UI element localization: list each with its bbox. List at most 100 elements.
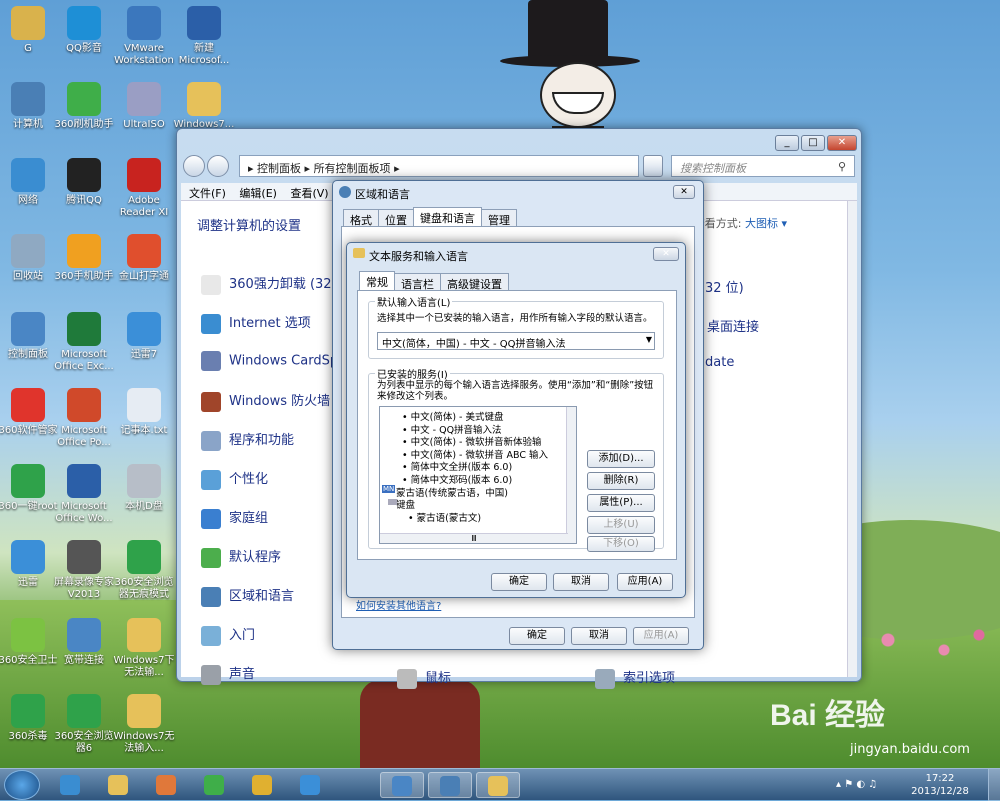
desktop-icon[interactable]: 360手机助手 <box>52 234 116 283</box>
close-button[interactable]: ✕ <box>673 185 695 199</box>
menu-file[interactable]: 文件(F) <box>189 187 226 200</box>
taskbar-region[interactable] <box>428 772 472 798</box>
ok-button[interactable]: 确定 <box>491 573 547 591</box>
add-button[interactable]: 添加(D)... <box>587 450 655 468</box>
cp-item-mouse[interactable]: 鼠标 <box>397 667 517 691</box>
remove-button[interactable]: 删除(R) <box>587 472 655 490</box>
taskbar-thunder[interactable] <box>288 772 332 798</box>
breadcrumb-control-panel[interactable]: 控制面板 <box>257 162 301 175</box>
cancel-button[interactable]: 取消 <box>553 573 609 591</box>
desktop-icon[interactable]: Windows7... <box>172 82 236 131</box>
desktop-icon[interactable]: 网络 <box>0 158 60 207</box>
taskbar-chrome[interactable] <box>240 772 284 798</box>
cp-item-right-2[interactable]: date <box>705 355 734 370</box>
taskbar-ie[interactable] <box>48 772 92 798</box>
desktop-icon[interactable]: 记事本.txt <box>112 388 176 437</box>
desktop-icon[interactable]: 360安全卫士 <box>0 618 60 667</box>
maximize-button[interactable]: □ <box>801 135 825 151</box>
desktop-icon[interactable]: 360软件管家 <box>0 388 60 437</box>
ok-button[interactable]: 确定 <box>509 627 565 645</box>
desktop-icon[interactable]: Microsoft Office Po... <box>52 388 116 449</box>
desktop-icon[interactable]: 计算机 <box>0 82 60 131</box>
tab-location[interactable]: 位置 <box>378 209 414 227</box>
tree-vertical-scrollbar[interactable] <box>566 407 576 543</box>
apply-button[interactable]: 应用(A) <box>633 627 689 645</box>
desktop-icon[interactable]: 360杀毒 <box>0 694 60 743</box>
tab-general[interactable]: 常规 <box>359 271 395 292</box>
taskbar-360browser[interactable] <box>192 772 236 798</box>
default-language-select[interactable]: 中文(简体，中国) - 中文 - QQ拼音输入法 ▼ <box>377 332 655 350</box>
desktop-icon[interactable]: 360安全浏览器6 <box>52 694 116 755</box>
desktop-icon[interactable]: 回收站 <box>0 234 60 283</box>
desktop-icon[interactable]: 本机D盘 <box>112 464 176 513</box>
desktop-icon[interactable]: Microsoft Office Exc... <box>52 312 116 373</box>
shortcut-icon <box>127 82 161 116</box>
cancel-button[interactable]: 取消 <box>571 627 627 645</box>
install-language-link[interactable]: 如何安装其他语言? <box>356 597 441 612</box>
address-bar[interactable]: ▸ 控制面板 ▸ 所有控制面板项 ▸ <box>239 155 639 177</box>
minimize-button[interactable]: _ <box>775 135 799 151</box>
cp-item[interactable]: 声音 <box>201 663 401 687</box>
desktop-icon[interactable]: 迅雷7 <box>112 312 176 361</box>
properties-button[interactable]: 属性(P)... <box>587 494 655 512</box>
desktop-icon[interactable]: 360一键root <box>0 464 60 513</box>
desktop-icon[interactable]: Windows7无法输入... <box>112 694 176 755</box>
forward-button[interactable] <box>207 155 229 177</box>
tab-language-bar[interactable]: 语言栏 <box>394 273 441 291</box>
taskbar-media[interactable] <box>144 772 188 798</box>
desktop-icon[interactable]: UltraISO <box>112 82 176 131</box>
desktop-icon[interactable]: Adobe Reader XI <box>112 158 176 219</box>
desktop-icon[interactable]: 360刷机助手 <box>52 82 116 131</box>
close-button[interactable]: ✕ <box>827 135 857 151</box>
cp-item-icon <box>201 664 221 685</box>
clock[interactable]: 17:22 2013/12/28 <box>900 772 980 798</box>
tree-horizontal-scrollbar[interactable]: Ⅲ <box>380 533 568 543</box>
tab-keyboards-languages[interactable]: 键盘和语言 <box>413 207 482 228</box>
installed-services-description: 为列表中显示的每个输入语言选择服务。使用“添加”和“删除”按钮来修改这个列表。 <box>377 380 654 402</box>
tab-administrative[interactable]: 管理 <box>481 209 517 227</box>
menu-edit[interactable]: 编辑(E) <box>239 187 277 200</box>
taskbar-explorer[interactable] <box>96 772 140 798</box>
desktop-icon[interactable]: 控制面板 <box>0 312 60 361</box>
services-tree[interactable]: • 中文(简体) - 美式键盘 • 中文 - QQ拼音输入法 • 中文(简体) - … <box>379 406 577 544</box>
back-button[interactable] <box>183 155 205 177</box>
desktop-icon[interactable]: Windows7下无法输... <box>112 618 176 679</box>
desktop-icon[interactable]: Microsoft Office Wo... <box>52 464 116 525</box>
tab-advanced-key-settings[interactable]: 高级键设置 <box>440 273 509 291</box>
tab-formats[interactable]: 格式 <box>343 209 379 227</box>
breadcrumb-all-items[interactable]: 所有控制面板项 <box>314 162 391 175</box>
desktop-icon-label: Windows7无法输入... <box>113 731 175 754</box>
close-button[interactable]: ✕ <box>653 247 679 261</box>
desktop-icon[interactable]: 腾讯QQ <box>52 158 116 207</box>
desktop-icon[interactable]: QQ影音 <box>52 6 116 55</box>
vertical-scrollbar[interactable] <box>847 201 857 677</box>
view-by-dropdown[interactable]: 大图标 ▾ <box>745 217 787 230</box>
tree-row[interactable]: • 蒙古语(蒙古文) <box>408 510 481 524</box>
move-up-button[interactable]: 上移(U) <box>587 516 655 534</box>
taskbar-keyboard[interactable] <box>476 772 520 798</box>
system-tray-icons[interactable]: ▴ ⚑ ◐ ♫ <box>836 779 877 790</box>
desktop-icon[interactable]: VMware Workstation <box>112 6 176 67</box>
search-icon: ⚲ <box>837 160 846 173</box>
desktop-icon[interactable]: 宽带连接 <box>52 618 116 667</box>
taskbar-control-panel[interactable] <box>380 772 424 798</box>
desktop-icon[interactable]: 屏幕录像专家V2013 <box>52 540 116 601</box>
cp-item-right-0[interactable]: 32 位) <box>705 277 744 296</box>
cp-item-indexing[interactable]: 索引选项 <box>595 667 735 691</box>
desktop-icon[interactable]: 金山打字通 <box>112 234 176 283</box>
desktop-icon[interactable]: 迅雷 <box>0 540 60 589</box>
shortcut-icon <box>67 158 101 192</box>
show-desktop-button[interactable] <box>988 769 1000 801</box>
start-button[interactable] <box>4 770 40 800</box>
keyboard-icon <box>488 776 508 796</box>
apply-button[interactable]: 应用(A) <box>617 573 673 591</box>
desktop-icon[interactable]: G <box>0 6 60 55</box>
cp-item-icon <box>201 274 221 295</box>
search-input[interactable]: 搜索控制面板 ⚲ <box>671 155 855 177</box>
cp-item-right-1[interactable]: 桌面连接 <box>707 316 759 335</box>
desktop-icon[interactable]: 新建 Microsof... <box>172 6 236 67</box>
menu-view[interactable]: 查看(V) <box>290 187 328 200</box>
desktop-icon[interactable]: 360安全浏览器无痕模式 <box>112 540 176 601</box>
refresh-icon[interactable] <box>643 155 663 177</box>
move-down-button[interactable]: 下移(O) <box>587 536 655 552</box>
